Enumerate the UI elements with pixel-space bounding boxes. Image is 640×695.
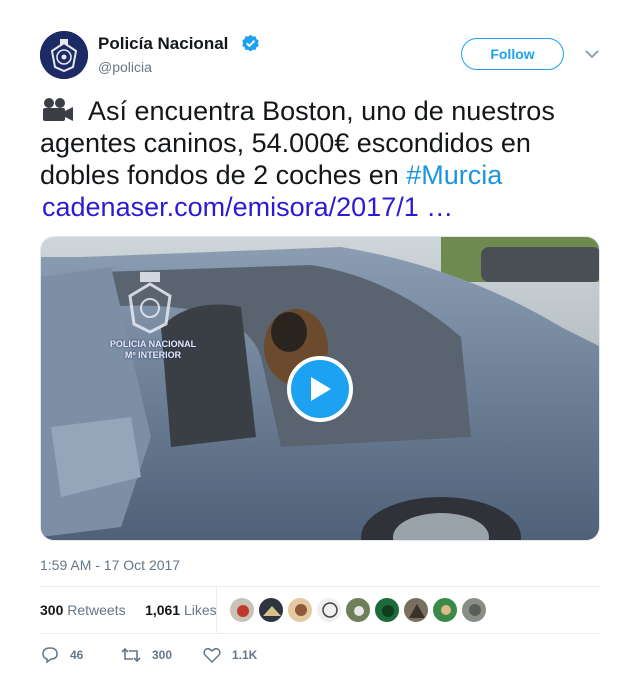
- play-icon: [311, 377, 331, 401]
- account-name[interactable]: Policía Nacional: [98, 34, 228, 54]
- tweet-line-3: dobles fondos de 2 coches en: [40, 160, 407, 190]
- account-avatar[interactable]: [40, 31, 88, 79]
- police-emblem-icon: [40, 31, 88, 79]
- avatar[interactable]: [258, 597, 284, 623]
- retweets-stat[interactable]: 300 Retweets: [40, 602, 126, 618]
- hashtag-link[interactable]: #Murcia: [406, 160, 502, 190]
- reply-count: 46: [70, 648, 84, 662]
- tweet-timestamp[interactable]: 1:59 AM - 17 Oct 2017: [40, 557, 180, 573]
- avatar[interactable]: [461, 597, 487, 623]
- divider: [40, 633, 600, 634]
- play-button[interactable]: [287, 356, 353, 422]
- divider: [40, 586, 600, 587]
- avatar[interactable]: [287, 597, 313, 623]
- chevron-down-icon[interactable]: [584, 48, 600, 60]
- tweet-text: Así encuentra Boston, uno de nuestros ag…: [40, 95, 600, 223]
- heart-icon: [203, 647, 221, 664]
- likes-label: Likes: [184, 602, 217, 618]
- avatar[interactable]: [345, 597, 371, 623]
- follow-button[interactable]: Follow: [461, 38, 564, 70]
- movie-camera-icon: [43, 98, 73, 121]
- watermark-line-1: POLICIA NACIONAL: [109, 339, 197, 349]
- avatar[interactable]: [229, 597, 255, 623]
- tweet-line-2: agentes caninos, 54.000€ escondidos en: [40, 128, 531, 158]
- retweet-icon: [121, 647, 141, 663]
- like-count: 1.1K: [232, 648, 258, 662]
- avatar[interactable]: [403, 597, 429, 623]
- divider: [216, 587, 217, 633]
- verified-badge-icon: [242, 34, 259, 52]
- retweet-button[interactable]: 300: [120, 645, 172, 665]
- retweets-label: Retweets: [67, 602, 126, 618]
- avatar[interactable]: [374, 597, 400, 623]
- avatar[interactable]: [316, 597, 342, 623]
- like-button[interactable]: 1.1K: [202, 645, 257, 665]
- reply-button[interactable]: 46: [40, 645, 83, 665]
- retweets-count: 300: [40, 602, 64, 618]
- avatar[interactable]: [432, 597, 458, 623]
- likes-count: 1,061: [145, 602, 181, 618]
- likes-stat[interactable]: 1,061 Likes: [145, 602, 217, 618]
- account-handle[interactable]: @policia: [98, 59, 152, 75]
- reply-icon: [42, 647, 58, 664]
- retweet-count: 300: [152, 648, 173, 662]
- url-link[interactable]: cadenaser.com/emisora/2017/1 …: [42, 192, 453, 222]
- engagement-stats: 300 Retweets 1,061 Likes: [40, 602, 217, 618]
- tweet-line-1: Así encuentra Boston, uno de nuestros: [82, 96, 555, 126]
- watermark-line-2: Mº INTERIOR: [124, 350, 182, 360]
